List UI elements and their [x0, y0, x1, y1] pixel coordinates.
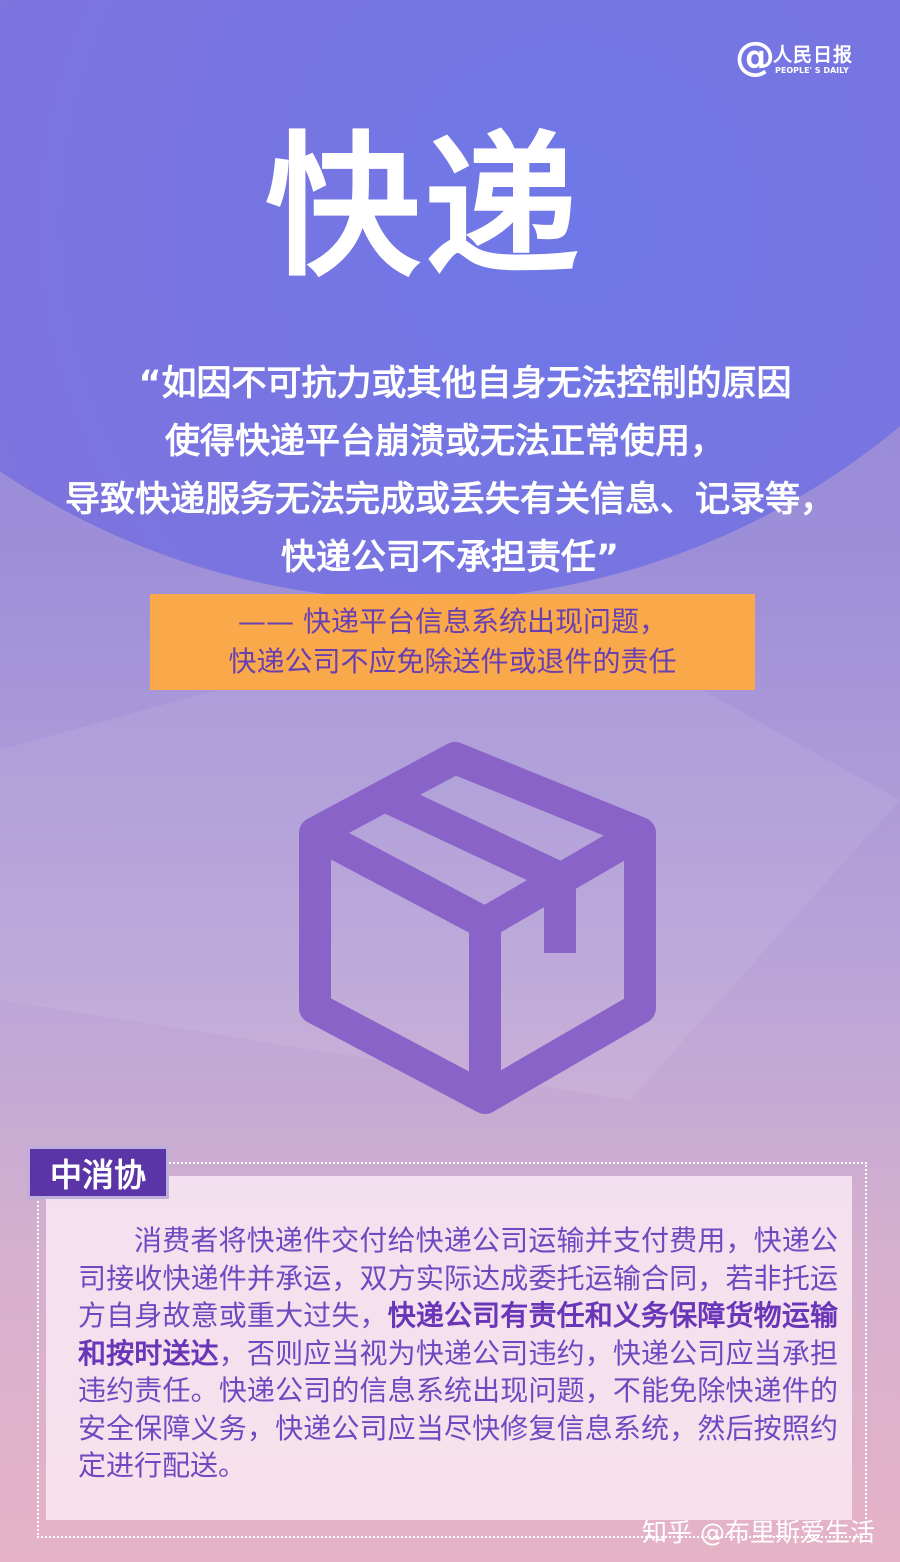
logo-at-symbol: @ — [735, 34, 775, 80]
page-title: 快递 — [265, 117, 583, 298]
conclusion-line: 快递公司不应免除送件或退件的责任 — [228, 645, 677, 678]
quote-line: 导致快递服务无法完成或丢失有关信息、记录等， — [64, 480, 835, 520]
package-box-icon — [299, 742, 656, 1114]
poster: @ 人民日报 PEOPLE' S DAILY 快递 “如因不可抗力或其他自身无法… — [0, 0, 900, 1562]
logo-name-cn: 人民日报 — [773, 44, 854, 66]
watermark: 知乎 @布里斯爱生活 — [642, 1518, 875, 1547]
logo-name-en: PEOPLE' S DAILY — [775, 66, 849, 75]
quote-line: 快递公司不承担责任” — [280, 538, 619, 578]
conclusion-banner: —— 快递平台信息系统出现问题， 快递公司不应免除送件或退件的责任 — [150, 594, 755, 690]
section-label: 中消协 — [27, 1146, 169, 1199]
quote-line: “如因不可抗力或其他自身无法控制的原因 — [138, 364, 792, 404]
conclusion-line: —— 快递平台信息系统出现问题， — [238, 605, 667, 638]
quote: “如因不可抗力或其他自身无法控制的原因 使得快递平台崩溃或无法正常使用， 导致快… — [0, 355, 900, 587]
section-paragraph: 消费者将快递件交付给快递公司运输并支付费用，快递公司接收快递件并承运，双方实际达… — [78, 1222, 838, 1485]
quote-line: 使得快递平台崩溃或无法正常使用， — [164, 422, 725, 462]
